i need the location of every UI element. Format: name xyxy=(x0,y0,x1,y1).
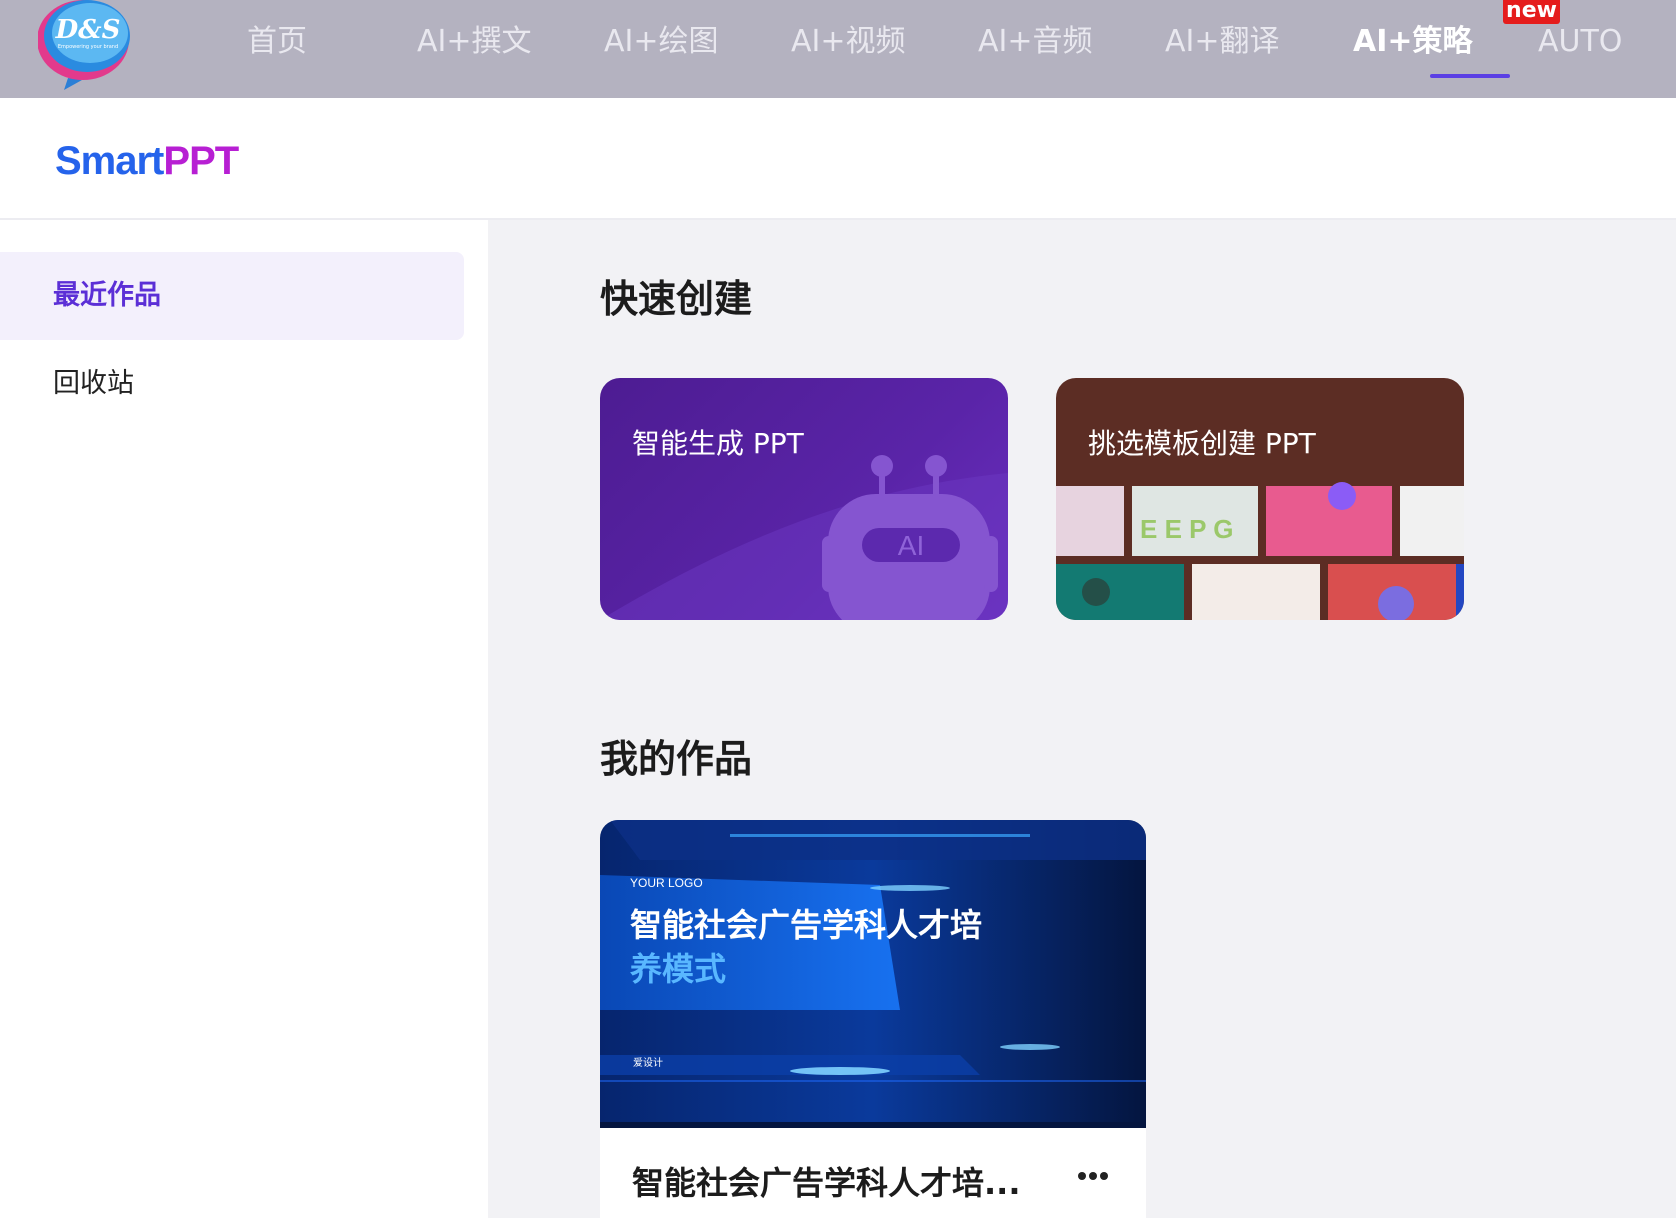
thumb-title-line1: 智能社会广告学科人才培 xyxy=(630,906,982,944)
ai-generate-ppt-card[interactable]: AI 智能生成 PPT xyxy=(600,378,1008,620)
nav-home[interactable]: 首页 xyxy=(247,22,307,62)
robot-ai-label: AI xyxy=(898,530,924,561)
thumb-author: 爱设计 xyxy=(633,1056,663,1069)
robot-illustration: AI xyxy=(600,455,1008,620)
new-badge: new xyxy=(1503,0,1560,24)
nav-ai-strategy[interactable]: AI+策略 xyxy=(1353,22,1473,62)
brand-smart: Smart xyxy=(55,139,164,182)
svg-text:E E P G: E E P G xyxy=(1140,514,1233,544)
sidebar: 最近作品 回收站 xyxy=(0,220,488,1218)
sub-header: SmartPPT xyxy=(0,98,1676,220)
smartppt-logo[interactable]: SmartPPT xyxy=(55,138,265,182)
thumb-logo-text: YOUR LOGO xyxy=(630,876,703,890)
nav-ai-writing[interactable]: AI+撰文 xyxy=(417,22,532,62)
logo-text: D&S xyxy=(55,15,121,45)
nav-ai-drawing[interactable]: AI+绘图 xyxy=(604,22,719,62)
template-create-ppt-card[interactable]: E E P G 挑选模板创建 PPT xyxy=(1056,378,1464,620)
brand-ppt: PPT xyxy=(163,139,238,182)
nav-ai-audio[interactable]: AI+音频 xyxy=(978,22,1093,62)
work-title: 智能社会广告学科人才培... xyxy=(632,1164,1021,1202)
template-collage: E E P G xyxy=(1056,482,1464,620)
quick-create-title: 快速创建 xyxy=(600,277,753,321)
nav-auto[interactable]: AUTO xyxy=(1538,22,1622,62)
nav-ai-video[interactable]: AI+视频 xyxy=(791,22,906,62)
svg-text:SmartPPT: SmartPPT xyxy=(55,139,239,182)
work-thumbnail: YOUR LOGO 智能社会广告学科人才培 养模式 爱设计 xyxy=(600,820,1146,1128)
logo-tagline: Empowering your brand xyxy=(58,44,118,50)
top-nav: D&S Empowering your brand 首页 AI+撰文 AI+绘图… xyxy=(0,0,1676,98)
ai-generate-ppt-label: 智能生成 PPT xyxy=(632,427,804,460)
nav-active-underline xyxy=(1430,74,1510,78)
thumb-title-line2: 养模式 xyxy=(630,950,726,988)
template-create-ppt-label: 挑选模板创建 PPT xyxy=(1088,427,1316,460)
ds-logo[interactable]: D&S Empowering your brand xyxy=(37,0,138,90)
sidebar-item-recycle-bin[interactable]: 回收站 xyxy=(0,340,464,428)
nav-ai-translate[interactable]: AI+翻译 xyxy=(1165,22,1280,62)
sidebar-item-recent-works[interactable]: 最近作品 xyxy=(0,252,464,340)
work-card[interactable]: YOUR LOGO 智能社会广告学科人才培 养模式 爱设计 智能社会广告学科人才… xyxy=(600,820,1146,1218)
more-options-icon[interactable] xyxy=(1068,1150,1118,1200)
my-works-title: 我的作品 xyxy=(600,737,753,781)
